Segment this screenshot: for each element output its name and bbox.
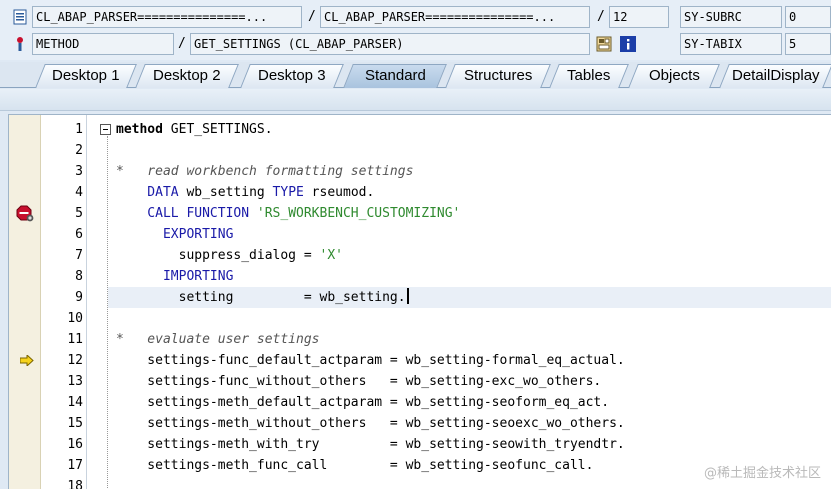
sy-tabix-label: SY-TABIX	[680, 33, 782, 55]
code-line-9[interactable]: 9 setting = wb_setting.	[9, 287, 831, 308]
tab-desktop-3[interactable]: Desktop 3	[240, 64, 344, 88]
watermark-text: @稀土掘金技术社区	[703, 466, 821, 481]
code-text: settings-meth_with_try = wb_setting-seow…	[116, 437, 625, 452]
code-line-7[interactable]: 7 suppress_dialog = 'X'	[9, 245, 831, 266]
code-comment: * read workbench formatting settings	[116, 164, 414, 179]
code-comment: * evaluate user settings	[116, 332, 320, 347]
desktop-tabstrip: Desktop 1 Desktop 2 Desktop 3 Standard S…	[0, 62, 831, 88]
code-line-1[interactable]: 1 method GET_SETTINGS.	[9, 119, 831, 140]
code-line-16[interactable]: 16 settings-meth_with_try = wb_setting-s…	[9, 434, 831, 455]
keyword: EXPORTING	[116, 227, 234, 242]
line-number: 16	[67, 437, 83, 452]
line-number: 17	[67, 458, 83, 473]
structure-icon[interactable]	[596, 36, 612, 52]
separator: /	[178, 36, 186, 51]
header-row-event: METHOD / GET_SETTINGS (CL_ABAP_PARSER) S…	[0, 33, 831, 57]
event-name-field[interactable]: GET_SETTINGS (CL_ABAP_PARSER)	[190, 33, 590, 55]
separator: /	[597, 9, 605, 24]
sy-subrc-label: SY-SUBRC	[680, 6, 782, 28]
code-text: settings-meth_func_call = wb_setting-seo…	[116, 458, 594, 473]
line-number: 8	[75, 269, 83, 284]
line-number: 6	[75, 227, 83, 242]
program-field[interactable]: CL_ABAP_PARSER===============...	[32, 6, 302, 28]
code-line-8[interactable]: 8 IMPORTING	[9, 266, 831, 287]
tab-desktop-2[interactable]: Desktop 2	[135, 64, 239, 88]
keyword: DATA	[116, 185, 179, 200]
line-number: 1	[75, 122, 83, 137]
tab-desktop-1[interactable]: Desktop 1	[35, 64, 137, 88]
tab-structures[interactable]: Structures	[445, 64, 551, 88]
line-number: 11	[67, 332, 83, 347]
keyword: TYPE	[272, 185, 304, 200]
code-line-11[interactable]: 11 * evaluate user settings	[9, 329, 831, 350]
code-line-12[interactable]: 12 settings-func_default_actparam = wb_s…	[9, 350, 831, 371]
code-text: wb_setting	[178, 185, 273, 200]
code-text: setting = wb_setting.	[116, 290, 406, 305]
fold-toggle-icon[interactable]	[100, 124, 111, 135]
code-text: settings-func_default_actparam = wb_sett…	[116, 353, 625, 368]
info-icon[interactable]	[620, 36, 636, 52]
code-text: settings-meth_default_actparam = wb_sett…	[116, 395, 610, 410]
line-number: 5	[75, 206, 83, 221]
keyword: CALL FUNCTION	[116, 206, 250, 221]
code-line-5[interactable]: 5 CALL FUNCTION 'RS_WORKBENCH_CUSTOMIZIN…	[9, 203, 831, 224]
code-line-15[interactable]: 15 settings-meth_without_others = wb_set…	[9, 413, 831, 434]
execution-pointer-arrow-icon	[20, 355, 34, 366]
sy-tabix-value[interactable]: 5	[785, 33, 831, 55]
tab-objects[interactable]: Objects	[628, 64, 720, 88]
line-number: 10	[67, 311, 83, 326]
tab-detaildisplay[interactable]: DetailDisplay	[719, 64, 831, 88]
string-literal: 'RS_WORKBENCH_CUSTOMIZING'	[256, 206, 461, 221]
code-text: settings-meth_without_others = wb_settin…	[116, 416, 625, 431]
line-number: 18	[67, 479, 83, 489]
line-number: 14	[67, 395, 83, 410]
line-number-field[interactable]: 12	[609, 6, 669, 28]
tab-tables[interactable]: Tables	[549, 64, 629, 88]
code-line-3[interactable]: 3 * read workbench formatting settings	[9, 161, 831, 182]
breakpoint-stop-icon[interactable]	[16, 205, 34, 222]
line-number: 12	[67, 353, 83, 368]
code-line-14[interactable]: 14 settings-meth_default_actparam = wb_s…	[9, 392, 831, 413]
code-line-4[interactable]: 4 DATA wb_setting TYPE rseumod.	[9, 182, 831, 203]
code-line-2[interactable]: 2	[9, 140, 831, 161]
tab-standard[interactable]: Standard	[343, 64, 447, 88]
line-number: 13	[67, 374, 83, 389]
code-text: GET_SETTINGS.	[162, 122, 273, 137]
code-text: settings-func_without_others = wb_settin…	[116, 374, 602, 389]
keyword: method	[116, 122, 163, 137]
line-number: 2	[75, 143, 83, 158]
event-type-field[interactable]: METHOD	[32, 33, 174, 55]
toolbar-band	[0, 89, 831, 111]
include-field[interactable]: CL_ABAP_PARSER===============...	[320, 6, 590, 28]
code-text: suppress_dialog =	[116, 248, 320, 263]
code-line-10[interactable]: 10	[9, 308, 831, 329]
document-list-icon[interactable]	[12, 9, 28, 25]
code-text: rseumod.	[303, 185, 375, 200]
method-icon[interactable]	[12, 36, 28, 52]
separator: /	[308, 9, 316, 24]
debugger-header: CL_ABAP_PARSER===============... / CL_AB…	[0, 0, 831, 60]
line-number: 7	[75, 248, 83, 263]
source-code-editor[interactable]: 1 method GET_SETTINGS. 2 3 * read workbe…	[8, 114, 831, 489]
header-row-program: CL_ABAP_PARSER===============... / CL_AB…	[0, 6, 831, 30]
line-number: 4	[75, 185, 83, 200]
text-cursor	[406, 288, 409, 304]
line-number: 3	[75, 164, 83, 179]
keyword: IMPORTING	[116, 269, 234, 284]
code-line-13[interactable]: 13 settings-func_without_others = wb_set…	[9, 371, 831, 392]
line-number: 15	[67, 416, 83, 431]
line-number: 9	[75, 290, 83, 305]
code-line-6[interactable]: 6 EXPORTING	[9, 224, 831, 245]
string-literal: 'X'	[319, 248, 343, 263]
sy-subrc-value[interactable]: 0	[785, 6, 831, 28]
